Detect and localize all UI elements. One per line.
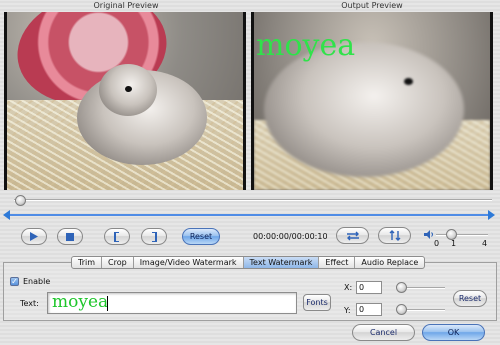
y-position-knob[interactable] bbox=[396, 304, 407, 315]
ok-button[interactable]: OK bbox=[422, 324, 485, 341]
fonts-button[interactable]: Fonts bbox=[303, 294, 331, 311]
watermark-text-value: moyea bbox=[52, 292, 109, 312]
original-preview bbox=[4, 12, 246, 190]
cancel-button[interactable]: Cancel bbox=[352, 324, 415, 341]
y-label: Y: bbox=[344, 306, 351, 315]
volume-track[interactable] bbox=[436, 234, 488, 236]
flip-horizontal-icon bbox=[346, 231, 359, 240]
volume-tick-0: 0 bbox=[434, 239, 440, 248]
original-preview-title: Original Preview bbox=[93, 1, 159, 10]
text-caret bbox=[107, 296, 108, 311]
mark-out-button[interactable] bbox=[141, 228, 167, 245]
playback-reset-button[interactable]: Reset bbox=[182, 228, 220, 245]
tab-effect[interactable]: Effect bbox=[319, 257, 356, 268]
x-position-input[interactable]: 0 bbox=[356, 281, 382, 294]
output-preview-title: Output Preview bbox=[341, 1, 403, 10]
x-position-knob[interactable] bbox=[396, 282, 407, 293]
flip-vertical-button[interactable] bbox=[378, 227, 411, 244]
mark-in-button[interactable] bbox=[104, 228, 130, 245]
x-label: X: bbox=[344, 283, 353, 292]
watermark-overlay: moyea bbox=[256, 28, 356, 63]
watermark-reset-button[interactable]: Reset bbox=[453, 290, 487, 307]
enable-checkbox[interactable]: ✓ bbox=[10, 277, 19, 286]
trim-start-handle[interactable] bbox=[3, 210, 10, 220]
mark-out-icon bbox=[152, 231, 157, 242]
time-display: 00:00:00/00:00:10 bbox=[253, 232, 328, 241]
tab-image-video-watermark[interactable]: Image/Video Watermark bbox=[134, 257, 244, 268]
trim-range-bar bbox=[10, 214, 492, 216]
y-position-input[interactable]: 0 bbox=[356, 303, 382, 316]
speaker-icon bbox=[424, 230, 433, 239]
stop-button[interactable] bbox=[57, 228, 83, 245]
text-label: Text: bbox=[20, 299, 39, 308]
volume-tick-1: 1 bbox=[451, 239, 457, 248]
watermark-text-input[interactable]: moyea bbox=[47, 292, 297, 314]
volume-tick-4: 4 bbox=[482, 239, 488, 248]
tab-trim[interactable]: Trim bbox=[72, 257, 103, 268]
trim-end-handle[interactable] bbox=[488, 210, 495, 220]
tab-audio-replace[interactable]: Audio Replace bbox=[355, 257, 424, 268]
output-preview: moyea bbox=[251, 12, 493, 190]
stop-icon bbox=[66, 232, 74, 241]
flip-vertical-icon bbox=[389, 230, 400, 241]
progress-knob[interactable] bbox=[15, 195, 26, 206]
tab-text-watermark[interactable]: Text Watermark bbox=[243, 257, 320, 268]
play-button[interactable] bbox=[21, 228, 47, 245]
play-icon bbox=[30, 232, 38, 241]
tab-crop[interactable]: Crop bbox=[102, 257, 134, 268]
enable-label: Enable bbox=[23, 277, 51, 286]
tab-bar: Trim Crop Image/Video Watermark Text Wat… bbox=[71, 256, 426, 269]
progress-track[interactable] bbox=[14, 199, 492, 201]
mark-in-icon bbox=[114, 231, 119, 242]
flip-horizontal-button[interactable] bbox=[336, 227, 369, 244]
